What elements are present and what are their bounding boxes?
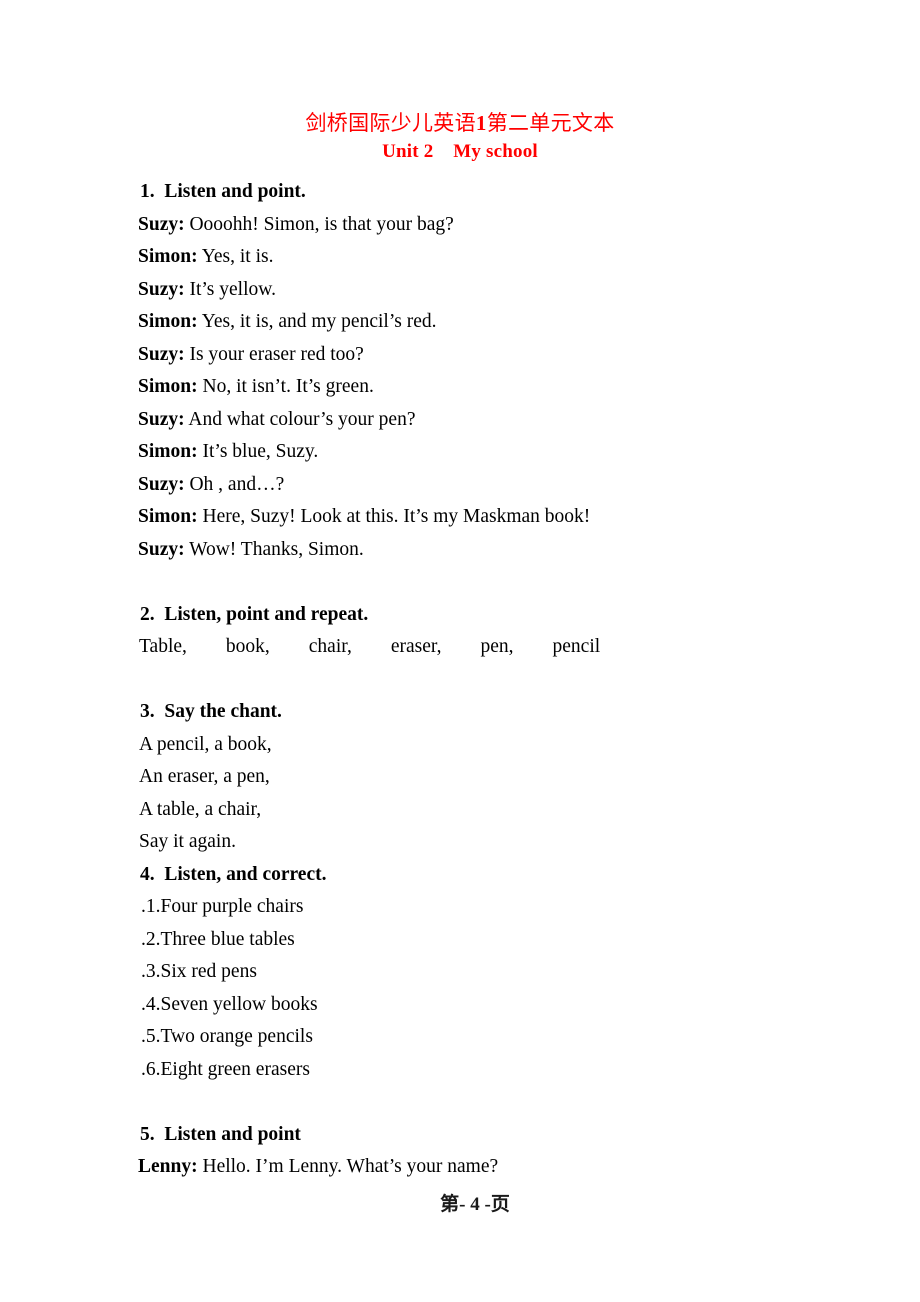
section-3-heading: 3. Say the chant. xyxy=(140,701,282,722)
dialogue-line: Simon: Here, Suzy! Look at this. It’s my… xyxy=(138,501,778,534)
chant-line: A pencil, a book, xyxy=(139,733,272,755)
section-5-heading: 5. Listen and point xyxy=(140,1123,301,1145)
dialogue-line: Simon: It’s blue, Suzy. xyxy=(138,436,778,469)
speaker-text: And what colour’s your pen? xyxy=(184,408,416,430)
speaker-name: Simon: xyxy=(138,506,198,527)
correct-item: .6.Eight green erasers xyxy=(141,1058,310,1080)
unit-title: Unit 2 My school xyxy=(382,141,538,162)
page-number-label: 第- 4 -页 xyxy=(440,1194,510,1215)
document-title-number: 1 xyxy=(475,111,487,135)
correct-item: .1.Four purple chairs xyxy=(141,896,304,917)
speaker-text: It’s yellow. xyxy=(184,278,276,300)
chant-line: Say it again. xyxy=(139,831,236,852)
speaker-name: Suzy: xyxy=(138,538,185,560)
speaker-name: Suzy: xyxy=(138,213,185,235)
speaker-name: Simon: xyxy=(138,311,198,332)
dialogue-line: Suzy: It’s yellow. xyxy=(138,274,778,307)
speaker-name: Suzy: xyxy=(138,278,185,300)
document-body: 1. Listen and point. Suzy: Oooohh! Simon… xyxy=(138,176,778,1184)
document-title-cn-part2: 第二单元文本 xyxy=(486,111,615,135)
speaker-name: Suzy: xyxy=(138,473,185,495)
dialogue-line: Suzy: And what colour’s your pen? xyxy=(138,404,778,437)
dialogue-line: Simon: Yes, it is. xyxy=(138,241,778,274)
speaker-name: Suzy: xyxy=(138,408,185,430)
dialogue-line: Lenny: Hello. I’m Lenny. What’s your nam… xyxy=(138,1151,778,1184)
speaker-text: Here, Suzy! Look at this. It’s my Maskma… xyxy=(197,506,591,527)
correct-item: .3.Six red pens xyxy=(141,961,257,982)
dialogue-line: Suzy: Oh , and…? xyxy=(138,469,778,502)
document-title: 剑桥国际少儿英语1第二单元文本 xyxy=(0,108,920,138)
document-title-cn-part1: 剑桥国际少儿英语 xyxy=(305,111,476,135)
vocabulary-word-list: Table, book, chair, eraser, pen, pencil xyxy=(139,636,601,657)
dialogue-line: Simon: No, it isn’t. It’s green. xyxy=(138,371,778,404)
section-2-heading: 2. Listen, point and repeat. xyxy=(140,603,369,625)
speaker-text: No, it isn’t. It’s green. xyxy=(197,376,374,397)
speaker-name: Simon: xyxy=(138,246,198,267)
speaker-text: Wow! Thanks, Simon. xyxy=(184,538,364,560)
speaker-name: Suzy: xyxy=(138,343,185,365)
title-block: 剑桥国际少儿英语1第二单元文本 Unit 2 My school xyxy=(0,108,920,166)
chant-line: A table, a chair, xyxy=(139,798,262,820)
speaker-text: Yes, it is. xyxy=(197,246,274,267)
speaker-text: Oh , and…? xyxy=(184,473,285,495)
dialogue-line: Suzy: Is your eraser red too? xyxy=(138,339,778,372)
speaker-text: Yes, it is, and my pencil’s red. xyxy=(197,311,437,332)
speaker-name: Simon: xyxy=(138,376,198,397)
speaker-text: Hello. I’m Lenny. What’s your name? xyxy=(197,1156,499,1177)
speaker-name: Simon: xyxy=(138,441,198,462)
chant-line: An eraser, a pen, xyxy=(139,766,270,787)
speaker-text: Oooohh! Simon, is that your bag? xyxy=(184,213,454,235)
speaker-name: Lenny: xyxy=(138,1156,198,1177)
correct-item: .4.Seven yellow books xyxy=(141,993,318,1015)
speaker-text: Is your eraser red too? xyxy=(184,343,364,365)
section-1-heading: 1. Listen and point. xyxy=(140,181,306,202)
correct-item: .2.Three blue tables xyxy=(141,928,295,950)
dialogue-line: Suzy: Wow! Thanks, Simon. xyxy=(138,534,778,567)
document-page: 剑桥国际少儿英语1第二单元文本 Unit 2 My school 1. List… xyxy=(0,0,920,1302)
speaker-text: It’s blue, Suzy. xyxy=(197,441,319,462)
page-footer: 第- 4 -页 xyxy=(0,1192,920,1218)
correct-item: .5.Two orange pencils xyxy=(141,1026,313,1047)
dialogue-line: Simon: Yes, it is, and my pencil’s red. xyxy=(138,306,778,339)
dialogue-line: Suzy: Oooohh! Simon, is that your bag? xyxy=(138,209,778,242)
section-4-heading: 4. Listen, and correct. xyxy=(140,863,327,885)
